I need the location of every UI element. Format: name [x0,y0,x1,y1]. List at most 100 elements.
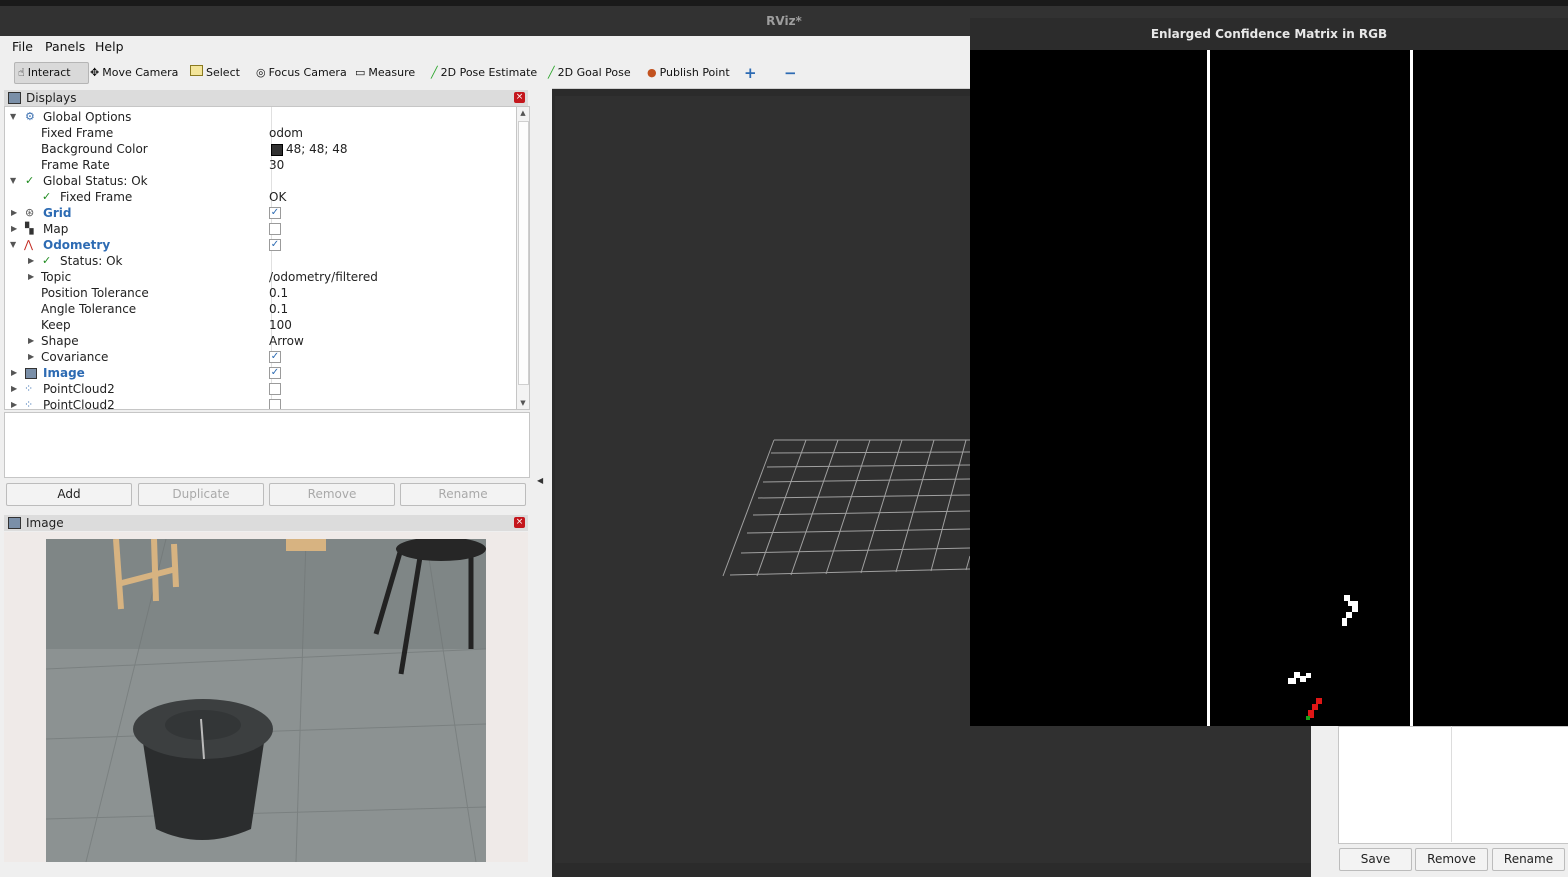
displays-scrollbar[interactable]: ▲ ▼ [516,106,530,410]
row-label: Position Tolerance [41,286,149,300]
pointcloud2-checkbox[interactable] [269,399,281,409]
camera-image [46,539,486,862]
select-tool[interactable]: Select [190,62,240,84]
tree-row-grid[interactable]: ▶ ⊛ Grid ✓ [5,205,517,221]
tree-row-topic[interactable]: ▶ Topic /odometry/filtered [5,269,517,285]
scroll-down-icon[interactable]: ▼ [518,399,528,407]
image-checkbox[interactable]: ✓ [269,367,281,379]
row-value: OK [269,190,287,204]
expand-arrow-icon[interactable]: ▼ [10,237,16,253]
publish-point-tool[interactable]: ● Publish Point [647,62,730,84]
duplicate-button[interactable]: Duplicate [138,483,264,506]
remove-button[interactable]: Remove [269,483,395,506]
row-value[interactable]: odom [269,125,303,141]
focus-icon: ◎ [256,66,266,79]
row-value[interactable]: 0.1 [269,285,288,301]
tree-row-position-tolerance[interactable]: Position Tolerance 0.1 [5,285,517,301]
displays-title: Displays [26,91,77,105]
collapse-arrow-icon[interactable]: ◀ [537,476,543,485]
row-label: Covariance [41,350,109,364]
pointcloud2-checkbox[interactable] [269,383,281,395]
tree-row-pointcloud2[interactable]: ▶ ⁘ PointCloud2 [5,397,517,410]
confidence-window-header[interactable]: Enlarged Confidence Matrix in RGB [970,18,1568,50]
focus-camera-tool[interactable]: ◎ Focus Camera [256,62,347,84]
odometry-checkbox[interactable]: ✓ [269,239,281,251]
rename-button[interactable]: Rename [400,483,526,506]
expand-arrow-icon[interactable]: ▶ [11,397,17,409]
tree-row-global-options[interactable]: ▼ ⚙ Global Options [5,109,517,125]
expand-arrow-icon[interactable]: ▶ [11,205,17,221]
measure-label: Measure [368,66,416,79]
row-value[interactable]: /odometry/filtered [269,269,378,285]
pose-estimate-label: 2D Pose Estimate [440,66,538,79]
row-label: Shape [41,334,79,348]
green-arrow-icon: ╱ [431,66,438,79]
map-checkbox[interactable] [269,223,281,235]
close-icon[interactable]: × [514,517,525,528]
expand-arrow-icon[interactable]: ▶ [28,269,34,285]
tree-row-angle-tolerance[interactable]: Angle Tolerance 0.1 [5,301,517,317]
row-label: Image [43,366,85,380]
tree-row-global-status[interactable]: ▼ ✓ Global Status: Ok [5,173,517,189]
goal-pose-tool[interactable]: ╱ 2D Goal Pose [548,62,631,84]
row-label: Fixed Frame [60,190,133,204]
expand-arrow-icon[interactable]: ▶ [28,253,34,269]
check-icon: ✓ [42,190,52,203]
add-button[interactable]: Add [6,483,132,506]
remove-tool-icon[interactable]: − [784,62,797,84]
scroll-thumb[interactable] [518,121,529,385]
tree-row-image[interactable]: ▶ Image ✓ [5,365,517,381]
tree-row-fixed-frame[interactable]: Fixed Frame odom [5,125,517,141]
interact-label: Interact [27,66,71,79]
move-camera-tool[interactable]: ✥ Move Camera [90,62,178,84]
tree-row-background-color[interactable]: Background Color 48; 48; 48 [5,141,517,157]
scroll-up-icon[interactable]: ▲ [518,109,528,117]
row-value[interactable]: Arrow [269,333,304,349]
image-icon [8,517,21,529]
tree-row-pointcloud2[interactable]: ▶ ⁘ PointCloud2 [5,381,517,397]
row-label: PointCloud2 [43,398,115,410]
tree-row-shape[interactable]: ▶ Shape Arrow [5,333,517,349]
expand-arrow-icon[interactable]: ▼ [10,109,16,125]
expand-arrow-icon[interactable]: ▶ [11,365,17,381]
image-panel-header: Image × [4,515,528,531]
grid-checkbox[interactable]: ✓ [269,207,281,219]
menu-panels[interactable]: Panels [45,39,85,54]
close-icon[interactable]: × [514,92,525,103]
row-value[interactable]: 100 [269,317,292,333]
confidence-matrix-window [970,18,1568,726]
tree-row-odometry[interactable]: ▼ ⋀ Odometry ✓ [5,237,517,253]
menu-help[interactable]: Help [95,39,124,54]
tree-row-map[interactable]: ▶ ▚ Map [5,221,517,237]
tree-row-fixed-frame-status[interactable]: ✓ Fixed Frame OK [5,189,517,205]
tree-row-keep[interactable]: Keep 100 [5,317,517,333]
measure-tool[interactable]: ▭ Measure [355,62,415,84]
expand-arrow-icon[interactable]: ▶ [28,349,34,365]
row-label: Global Options [43,110,132,124]
row-label: Keep [41,318,71,332]
tree-row-covariance[interactable]: ▶ Covariance ✓ [5,349,517,365]
expand-arrow-icon[interactable]: ▶ [11,221,17,237]
expand-arrow-icon[interactable]: ▶ [28,333,34,349]
save-button[interactable]: Save [1339,848,1412,871]
add-tool-icon[interactable]: + [744,62,757,84]
row-value[interactable]: 30 [269,157,284,173]
row-label: Fixed Frame [41,126,114,140]
row-value[interactable]: 48; 48; 48 [286,141,348,157]
row-value[interactable]: 0.1 [269,301,288,317]
pose-estimate-tool[interactable]: ╱ 2D Pose Estimate [431,62,537,84]
views-list [1338,726,1568,844]
displays-tree: ▼ ⚙ Global Options Fixed Frame odom Back… [4,106,518,410]
views-rename-button[interactable]: Rename [1492,848,1565,871]
tree-row-frame-rate[interactable]: Frame Rate 30 [5,157,517,173]
menu-file[interactable]: File [12,39,33,54]
expand-arrow-icon[interactable]: ▶ [11,381,17,397]
image-panel-title: Image [26,516,64,530]
row-label: Grid [43,206,72,220]
confidence-matrix-image [1288,595,1358,720]
tree-row-status-ok[interactable]: ▶ ✓ Status: Ok [5,253,517,269]
expand-arrow-icon[interactable]: ▼ [10,173,16,189]
views-remove-button[interactable]: Remove [1415,848,1488,871]
interact-tool[interactable]: ☝ Interact [14,62,89,84]
covariance-checkbox[interactable]: ✓ [269,351,281,363]
